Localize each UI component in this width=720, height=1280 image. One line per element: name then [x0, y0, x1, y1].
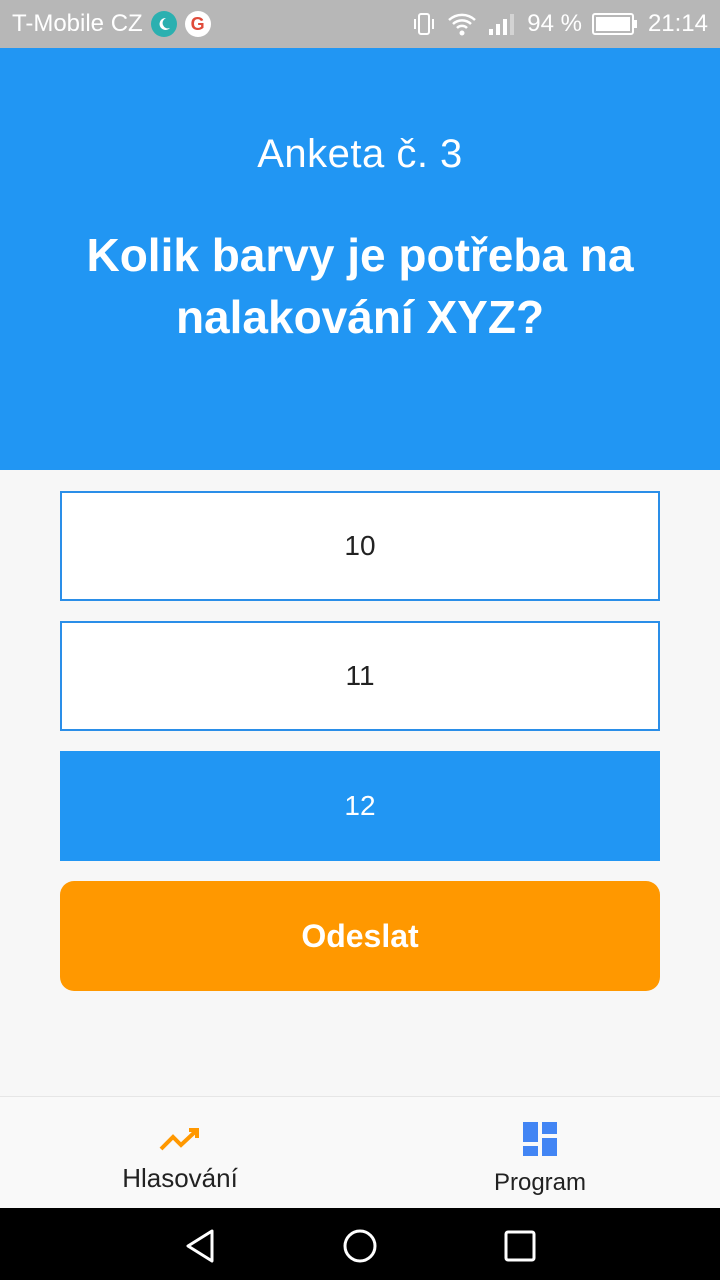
status-bar: T-Mobile CZ G 94 % 21:14: [0, 0, 720, 48]
signal-icon: [487, 11, 517, 37]
submit-button-label: Odeslat: [301, 917, 419, 954]
google-icon: G: [184, 11, 211, 37]
clock: 21:14: [647, 10, 708, 37]
poll-question: Kolik barvy je potřeba na nalakování XYZ…: [86, 229, 634, 343]
answer-option-label: 10: [344, 530, 376, 561]
answer-option-label: 12: [344, 790, 376, 821]
system-navigation-bar: [0, 1208, 720, 1280]
nav-item-program[interactable]: Program: [360, 1097, 720, 1209]
battery-icon: [591, 12, 638, 36]
home-icon[interactable]: [340, 1226, 380, 1266]
wifi-icon: [447, 11, 477, 37]
carrier-name: T-Mobile CZ: [12, 10, 143, 37]
moon-icon: [150, 11, 177, 37]
answer-option-11[interactable]: 11: [60, 621, 660, 731]
nav-item-label: Program: [493, 1169, 587, 1196]
nav-item-voting[interactable]: Hlasování: [0, 1097, 360, 1209]
recents-icon[interactable]: [500, 1226, 540, 1266]
answer-option-12[interactable]: 12: [60, 751, 660, 861]
vibrate-icon: [411, 11, 437, 37]
submit-button[interactable]: Odeslat: [60, 881, 660, 991]
battery-percent: 94 %: [527, 10, 582, 37]
answer-option-label: 11: [345, 660, 375, 691]
trending-up-icon: [158, 1121, 202, 1157]
poll-number: Anketa č. 3: [257, 132, 463, 176]
poll-header: Anketa č. 3 Kolik barvy je potřeba na na…: [0, 48, 720, 470]
answer-option-10[interactable]: 10: [60, 491, 660, 601]
dashboard-icon: [521, 1121, 559, 1157]
nav-item-label: Hlasování: [122, 1163, 238, 1193]
back-icon[interactable]: [180, 1226, 220, 1266]
bottom-navigation: Hlasování Program: [0, 1096, 720, 1208]
